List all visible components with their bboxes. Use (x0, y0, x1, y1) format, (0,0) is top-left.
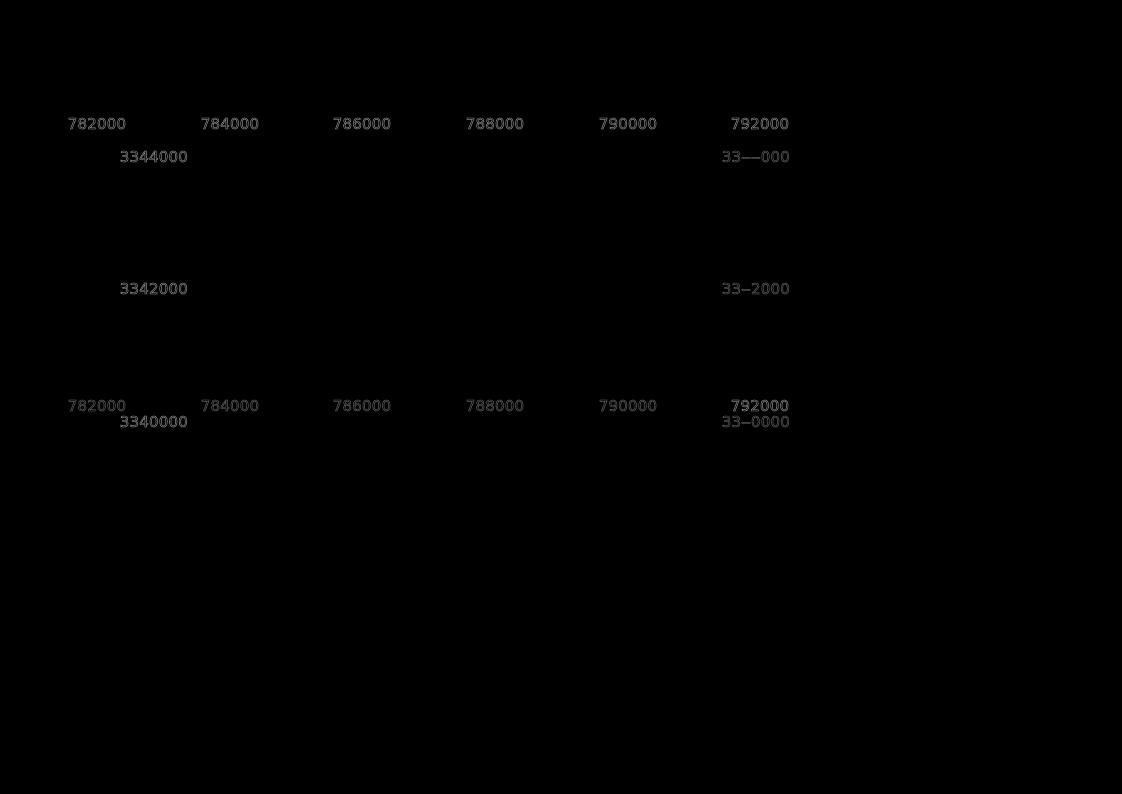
easting-label-bottom: 784000 (200, 397, 260, 416)
easting-label-top: 782000 (67, 115, 127, 134)
northing-label-left: 3340000 (119, 413, 188, 432)
easting-label-top: 788000 (465, 115, 525, 134)
northing-label-right: 33‒0000 (721, 413, 790, 432)
easting-label-bottom: 792000 (730, 397, 790, 416)
easting-label-top: 784000 (200, 115, 260, 134)
northing-label-right: 33‒2000 (721, 280, 790, 299)
easting-label-bottom: 788000 (465, 397, 525, 416)
northing-label-left: 3344000 (119, 148, 188, 167)
easting-label-bottom: 782000 (67, 397, 127, 416)
map-frame: 782000 784000 786000 788000 790000 79200… (0, 0, 1122, 794)
easting-label-top: 792000 (730, 115, 790, 134)
easting-label-top: 790000 (598, 115, 658, 134)
northing-label-right: 33‒‒000 (721, 148, 790, 167)
northing-label-left: 3342000 (119, 280, 188, 299)
easting-label-bottom: 790000 (598, 397, 658, 416)
easting-label-top: 786000 (332, 115, 392, 134)
easting-label-bottom: 786000 (332, 397, 392, 416)
